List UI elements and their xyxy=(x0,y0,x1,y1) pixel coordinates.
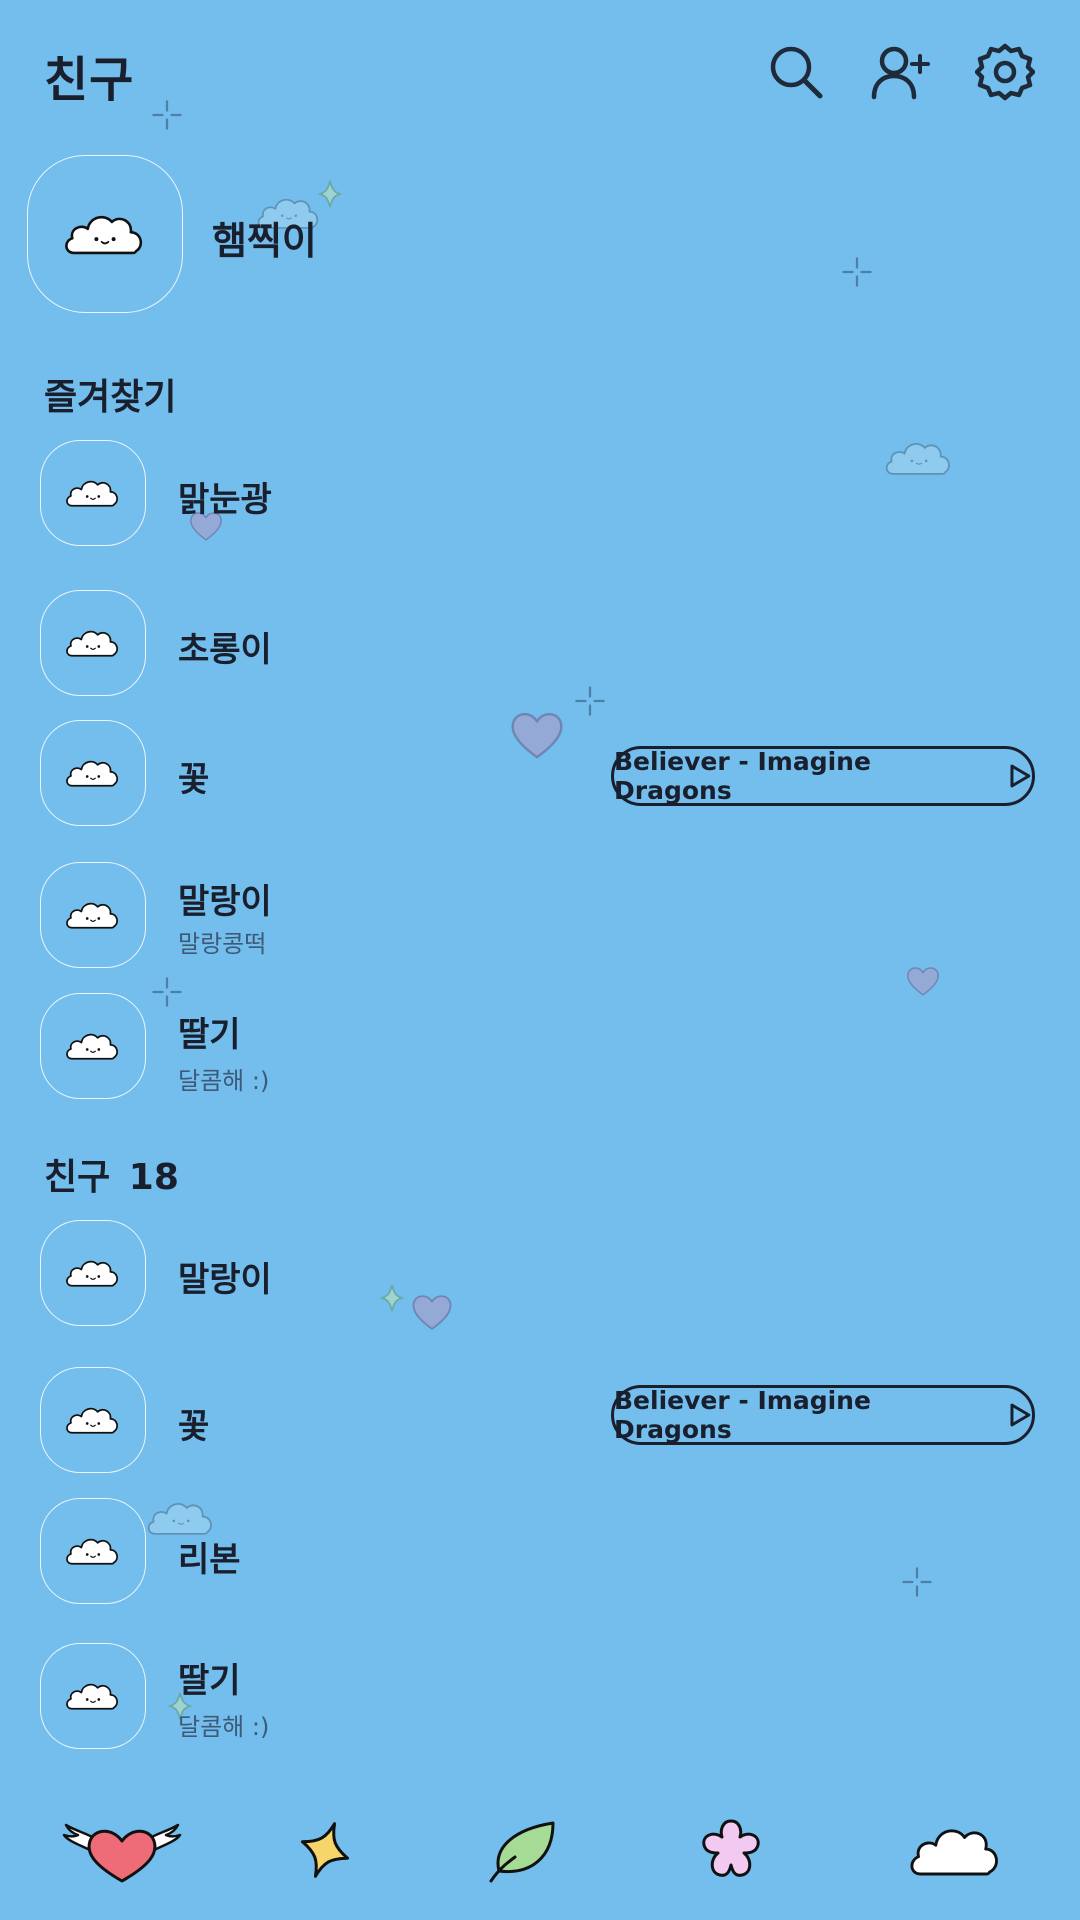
friend-row[interactable]: 꽃 Believer - Imagine Dragons xyxy=(0,1367,1080,1477)
favorite-row[interactable]: 말랑이 말랑콩떡 xyxy=(0,862,1080,972)
settings-icon xyxy=(974,43,1036,101)
friends-section-title: 친구 18 xyxy=(44,1148,179,1200)
favorite-row[interactable]: 맑눈광 xyxy=(0,440,1080,550)
cloud-avatar-icon xyxy=(64,473,122,513)
page-title: 친구 xyxy=(44,52,135,108)
friend-name: 맑눈광 xyxy=(178,480,272,520)
cloud-avatar-icon xyxy=(64,1026,122,1066)
friend-status-message: 말랑콩떡 xyxy=(178,930,267,958)
play-icon xyxy=(1010,1403,1031,1427)
friend-status-message: 달콤해 :) xyxy=(178,1067,270,1095)
search-icon xyxy=(770,46,823,99)
favorite-row[interactable]: 꽃 Believer - Imagine Dragons xyxy=(0,720,1080,830)
friend-name: 꽃 xyxy=(178,1407,210,1447)
my-profile-avatar[interactable] xyxy=(27,155,183,313)
friend-name: 초롱이 xyxy=(178,630,272,670)
decor-sparkle-icon xyxy=(150,98,184,132)
friend-avatar[interactable] xyxy=(40,1220,146,1326)
friend-avatar[interactable] xyxy=(40,720,146,826)
friend-row[interactable]: 딸기 달콤해 :) xyxy=(0,1643,1080,1753)
tab-cloud[interactable] xyxy=(900,1810,1010,1890)
music-status-button[interactable]: Believer - Imagine Dragons xyxy=(611,1385,1035,1445)
favorites-section-title: 즐겨찾기 xyxy=(44,377,177,418)
my-profile-name[interactable]: 햄찍이 xyxy=(212,210,317,265)
search-button[interactable] xyxy=(766,42,826,102)
add-friend-icon xyxy=(871,46,930,100)
friend-name: 딸기 xyxy=(178,1015,241,1055)
friend-status-message: 달콤해 :) xyxy=(178,1713,270,1741)
decor-sparkle-icon xyxy=(840,255,874,289)
friend-avatar[interactable] xyxy=(40,1643,146,1749)
friend-row[interactable]: 말랑이 xyxy=(0,1220,1080,1330)
friends-count: 18 xyxy=(128,1157,179,1198)
friend-avatar[interactable] xyxy=(40,440,146,546)
friend-avatar[interactable] xyxy=(40,1367,146,1473)
friend-avatar[interactable] xyxy=(40,590,146,696)
tab-flower[interactable] xyxy=(676,1810,786,1890)
cloud-avatar-icon xyxy=(64,623,122,663)
play-icon xyxy=(1010,764,1031,788)
leaf-icon xyxy=(489,1821,555,1883)
flower-icon xyxy=(702,1819,760,1877)
friend-name: 말랑이 xyxy=(178,1260,272,1300)
favorite-row[interactable]: 딸기 달콤해 :) xyxy=(0,993,1080,1103)
tab-friends[interactable] xyxy=(62,1810,182,1890)
tab-star[interactable] xyxy=(270,1810,380,1890)
cloud-avatar-icon xyxy=(64,753,122,793)
star-icon xyxy=(300,1822,350,1878)
friend-avatar[interactable] xyxy=(40,993,146,1099)
friend-row[interactable]: 리본 xyxy=(0,1498,1080,1608)
cloud-avatar-icon xyxy=(64,1676,122,1716)
cloud-avatar-icon xyxy=(64,1400,122,1440)
tab-leaf[interactable] xyxy=(468,1810,578,1890)
music-title: Believer - Imagine Dragons xyxy=(614,747,871,805)
friend-name: 리본 xyxy=(178,1540,241,1580)
cloud-avatar-icon xyxy=(64,895,122,935)
friend-avatar[interactable] xyxy=(40,1498,146,1604)
friend-avatar[interactable] xyxy=(40,862,146,968)
add-friend-button[interactable] xyxy=(870,42,930,102)
heart-wings-icon xyxy=(62,1823,182,1883)
decor-diamond-icon xyxy=(318,178,342,210)
favorite-row[interactable]: 초롱이 xyxy=(0,590,1080,700)
friend-name: 꽃 xyxy=(178,760,210,800)
cloud-avatar-icon xyxy=(64,1531,122,1571)
cloud-avatar-icon xyxy=(62,204,148,264)
music-title: Believer - Imagine Dragons xyxy=(614,1386,871,1444)
cloud-avatar-icon xyxy=(64,1253,122,1293)
music-status-button[interactable]: Believer - Imagine Dragons xyxy=(611,746,1035,806)
settings-button[interactable] xyxy=(974,42,1036,102)
friend-name: 딸기 xyxy=(178,1661,241,1701)
friend-name: 말랑이 xyxy=(178,882,272,922)
friends-title-label: 친구 xyxy=(44,1157,111,1198)
